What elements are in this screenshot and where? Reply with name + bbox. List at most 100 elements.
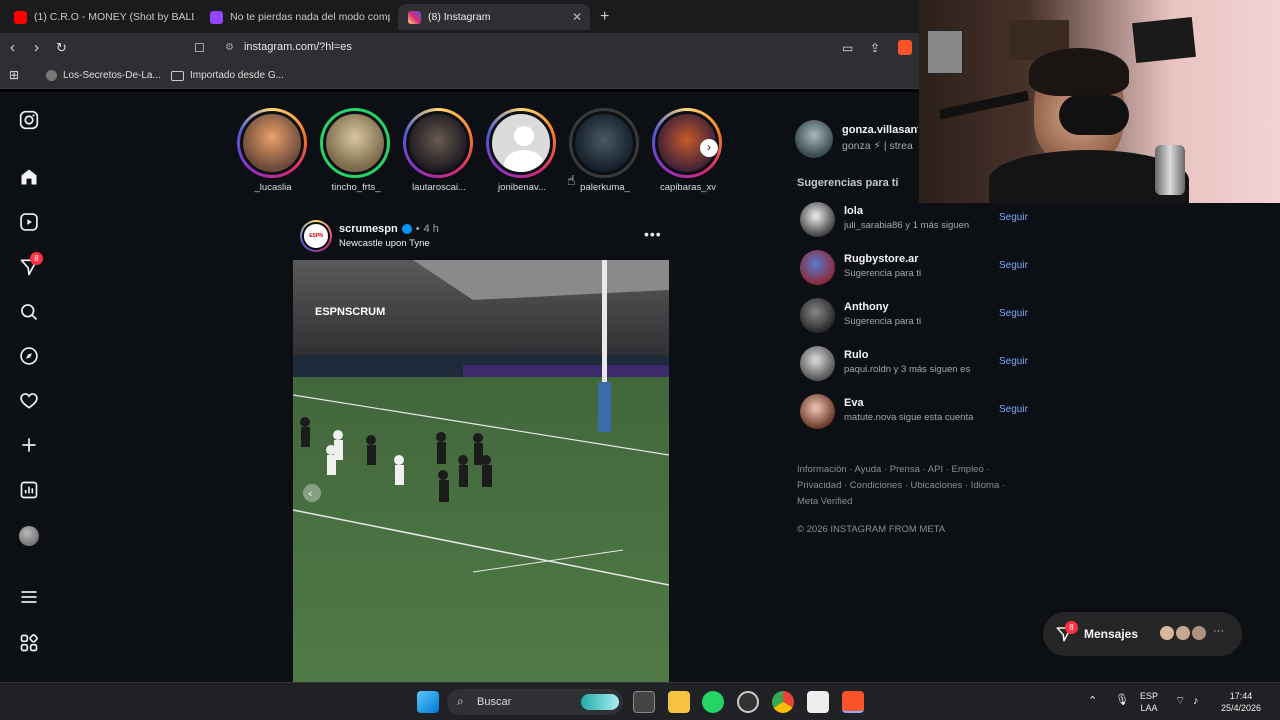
language-indicator[interactable]: ESP LAA [1140,690,1158,714]
follow-button[interactable]: Seguir [999,356,1028,367]
avatar[interactable] [800,298,835,333]
new-tab-button[interactable]: + [600,8,609,26]
url-field[interactable]: ⚙ instagram.com/?hl=es [225,41,352,53]
volume-icon[interactable]: ♪ [1193,695,1199,707]
forward-icon[interactable]: › [34,39,39,56]
suggestion-item: Eva matute.nova sigue esta cuenta Seguir [800,392,1030,432]
clock[interactable]: 17:44 25/4/2026 [1216,690,1266,714]
messages-label: Mensajes [1084,627,1139,641]
story-item[interactable]: lautaroscai... [403,108,475,193]
file-explorer-icon[interactable] [668,691,690,713]
bookmark-item[interactable]: Los-Secretos-De-La... [46,70,161,81]
instagram-icon [408,10,421,24]
whatsapp-icon[interactable] [702,691,724,713]
avatar[interactable] [800,250,835,285]
current-fullname: gonza ⚡ | strea [842,140,913,152]
more-options-icon[interactable]: ••• [644,226,662,242]
current-user-avatar[interactable] [795,120,833,158]
messages-floating-button[interactable]: 8 Mensajes ··· [1043,612,1242,656]
avatar[interactable] [800,394,835,429]
cast-icon[interactable]: ▭ [842,41,853,55]
reload-icon[interactable]: ↻ [56,40,67,56]
suggestion-subtitle: Sugerencia para ti [844,316,922,327]
post-video[interactable]: ESPNSCRUM ‹ [293,260,669,682]
story-item[interactable]: tincho_frts_ [320,108,392,193]
brave-icon[interactable] [842,691,864,713]
chrome-icon[interactable] [772,691,794,713]
menu-icon[interactable] [18,587,40,609]
tab-youtube[interactable]: (1) C.R.O - MONEY (Shot by BALLVE) [4,4,194,30]
follow-button[interactable]: Seguir [999,212,1028,223]
windows-start-icon[interactable] [417,691,439,713]
more-icon[interactable]: ··· [1213,625,1224,637]
bookmark-icon[interactable]: ☐ [194,41,205,55]
instagram-logo-icon[interactable] [18,110,40,132]
post-username[interactable]: scrumespn [339,223,398,235]
share-icon[interactable]: ⇪ [870,41,880,55]
post-avatar[interactable]: ESPN [300,220,332,252]
bookmark-label: Los-Secretos-De-La... [63,70,161,81]
back-icon[interactable]: ‹ [10,39,15,56]
current-username[interactable]: gonza.villasanti [842,124,918,136]
messages-icon[interactable]: 8 [18,252,43,279]
story-ring [237,108,307,178]
create-icon[interactable] [18,435,40,457]
close-tab-icon[interactable]: ✕ [572,10,582,24]
follow-button[interactable]: Seguir [999,308,1028,319]
task-view-icon[interactable] [633,691,655,713]
story-username: palerkuma_ [580,182,630,193]
heart-icon[interactable] [18,391,40,413]
story-item[interactable]: _lucaslia [237,108,309,193]
story-item[interactable]: jonibenav... [486,108,558,193]
suggestion-subtitle: paqui.roldn y 3 más siguen es [844,364,971,375]
story-username: lautaroscai... [412,182,466,193]
post-location[interactable]: Newcastle upon Tyne [339,238,430,249]
microphone [1059,95,1129,135]
story-item[interactable]: palerkuma_ [569,108,641,193]
reels-icon[interactable] [18,212,40,234]
explore-icon[interactable] [18,346,40,368]
windows-taskbar: ⌕ Buscar ⌃ 🎙 ESP LAA ⌔ ♪ 17:44 25/4/2026 [0,682,1280,720]
suggestion-subtitle: matute.nova sigue esta cuenta [844,412,974,423]
follow-button[interactable]: Seguir [999,260,1028,271]
suggestion-username[interactable]: Anthony [844,301,889,313]
microphone-icon[interactable]: 🎙 [1115,694,1129,706]
tray-chevron-icon[interactable]: ⌃ [1088,695,1097,707]
suggestion-username[interactable]: Rulo [844,349,868,361]
search-highlight-icon [581,694,619,710]
taskbar-search[interactable]: ⌕ Buscar [447,689,623,715]
home-icon[interactable] [18,167,40,189]
footer-links-line[interactable]: Privacidad · Condiciones · Ubicaciones ·… [797,478,1017,494]
url-text: instagram.com/?hl=es [243,41,352,53]
meta-apps-icon[interactable] [18,633,40,655]
follow-button[interactable]: Seguir [999,404,1028,415]
wifi-icon[interactable]: ⌔ [1175,695,1185,707]
site-settings-icon[interactable]: ⚙ [225,42,234,53]
avatar[interactable] [800,346,835,381]
folder-icon [171,70,184,81]
footer-links-line[interactable]: Meta Verified [797,494,1017,510]
suggestion-username[interactable]: lola [844,205,863,217]
tab-twitch[interactable]: No te pierdas nada del modo compe [200,4,390,30]
profile-avatar[interactable] [18,525,40,547]
suggestion-item: Anthony Sugerencia para ti Seguir [800,296,1030,336]
messages-badge: 8 [30,252,43,265]
apps-grid-icon[interactable]: ⊞ [9,68,19,82]
suggestion-username[interactable]: Eva [844,397,864,409]
steam-icon[interactable] [737,691,759,713]
globe-icon [46,70,57,81]
capcut-icon[interactable] [807,691,829,713]
stories-next-button[interactable]: › [700,139,718,157]
suggestion-username[interactable]: Rugbystore.ar [844,253,919,265]
story-ring [569,108,639,178]
brave-shield-icon[interactable] [898,40,912,55]
lang-code: ESP [1140,691,1159,701]
footer-links-line[interactable]: Información · Ayuda · Prensa · API · Emp… [797,462,1017,478]
espnscrum-watermark: ESPNSCRUM [315,306,385,318]
dashboard-icon[interactable] [18,480,40,502]
suggestion-subtitle: juli_sarabia86 y 1 más siguen [844,220,970,231]
tab-instagram[interactable]: (8) Instagram ✕ [398,4,590,30]
avatar[interactable] [800,202,835,237]
search-icon[interactable] [18,302,40,324]
bookmark-folder[interactable]: Importado desde G... [171,70,284,81]
